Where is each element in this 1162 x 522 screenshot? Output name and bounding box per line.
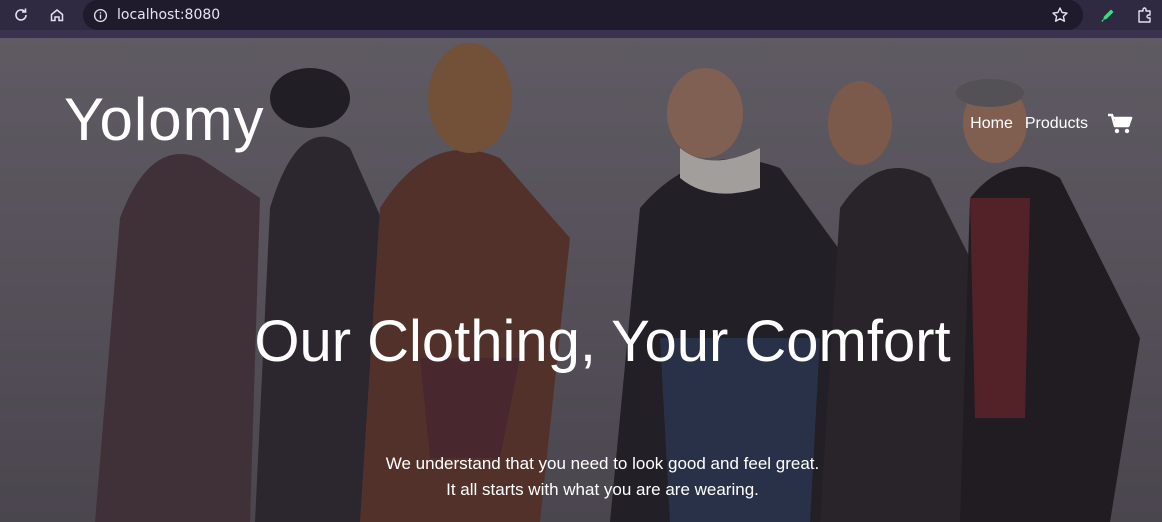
bookmark-button[interactable] xyxy=(1051,6,1069,24)
home-icon xyxy=(50,9,64,22)
info-icon xyxy=(93,8,107,22)
puzzle-icon xyxy=(1138,7,1151,23)
extension-pen-button[interactable] xyxy=(1097,4,1119,26)
nav-products-link[interactable]: Products xyxy=(1025,115,1088,133)
extensions-button[interactable] xyxy=(1134,4,1156,26)
site-info-button[interactable] xyxy=(85,8,115,23)
hero-headline: Our Clothing, Your Comfort xyxy=(254,309,951,374)
brand-logo[interactable]: Yolomy xyxy=(64,85,265,154)
url-text[interactable]: localhost:8080 xyxy=(117,7,220,23)
home-button[interactable] xyxy=(40,0,74,30)
toolbar-divider xyxy=(0,30,1162,38)
cart-icon[interactable] xyxy=(1107,113,1133,135)
browser-toolbar: localhost:8080 xyxy=(0,0,1162,30)
reload-icon xyxy=(15,8,27,21)
tagline-line-2: It all starts with what you are are wear… xyxy=(446,480,759,499)
hero-tagline: We understand that you need to look good… xyxy=(0,451,1162,503)
reload-button[interactable] xyxy=(4,0,38,30)
star-icon xyxy=(1052,7,1068,22)
nav-home-link[interactable]: Home xyxy=(970,115,1013,133)
address-bar[interactable]: localhost:8080 xyxy=(83,0,1083,30)
tagline-line-1: We understand that you need to look good… xyxy=(385,454,820,473)
pen-icon xyxy=(1101,9,1114,22)
hero-section: Yolomy Home Products Our Clothing, Your … xyxy=(0,38,1162,522)
main-nav: Home Products xyxy=(970,115,1088,133)
